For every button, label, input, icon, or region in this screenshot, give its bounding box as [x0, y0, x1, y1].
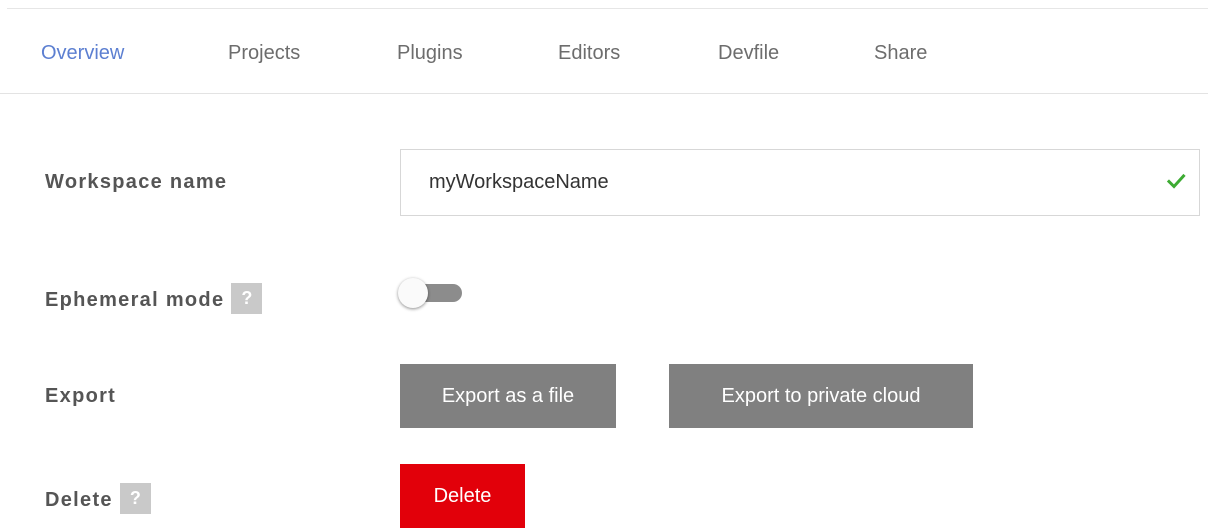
- delete-help-icon[interactable]: ?: [119, 483, 151, 514]
- export-as-file-button[interactable]: Export as a file: [400, 364, 616, 428]
- workspace-name-field-container: [400, 149, 1200, 216]
- workspace-name-input[interactable]: [429, 150, 1149, 215]
- tab-overview[interactable]: Overview: [41, 42, 124, 65]
- tab-plugins[interactable]: Plugins: [397, 42, 463, 65]
- tab-devfile[interactable]: Devfile: [718, 42, 779, 65]
- ephemeral-mode-label: Ephemeral mode?: [45, 283, 263, 316]
- delete-label-text: Delete: [45, 488, 113, 511]
- delete-button[interactable]: Delete: [400, 464, 525, 528]
- export-label: Export: [45, 385, 117, 407]
- ephemeral-mode-label-text: Ephemeral mode: [45, 288, 225, 311]
- tab-bar: Overview Projects Plugins Editors Devfil…: [0, 30, 1208, 94]
- toggle-knob: [398, 278, 428, 308]
- delete-label: Delete?: [45, 483, 151, 516]
- ephemeral-mode-help-icon[interactable]: ?: [231, 283, 263, 314]
- ephemeral-mode-toggle[interactable]: [398, 278, 466, 308]
- tab-share[interactable]: Share: [874, 42, 927, 65]
- check-icon: [1166, 173, 1186, 189]
- export-to-private-cloud-button[interactable]: Export to private cloud: [669, 364, 973, 428]
- workspace-name-label: Workspace name: [45, 171, 228, 193]
- top-divider: [7, 8, 1208, 9]
- tab-editors[interactable]: Editors: [558, 42, 620, 65]
- tab-projects[interactable]: Projects: [228, 42, 300, 65]
